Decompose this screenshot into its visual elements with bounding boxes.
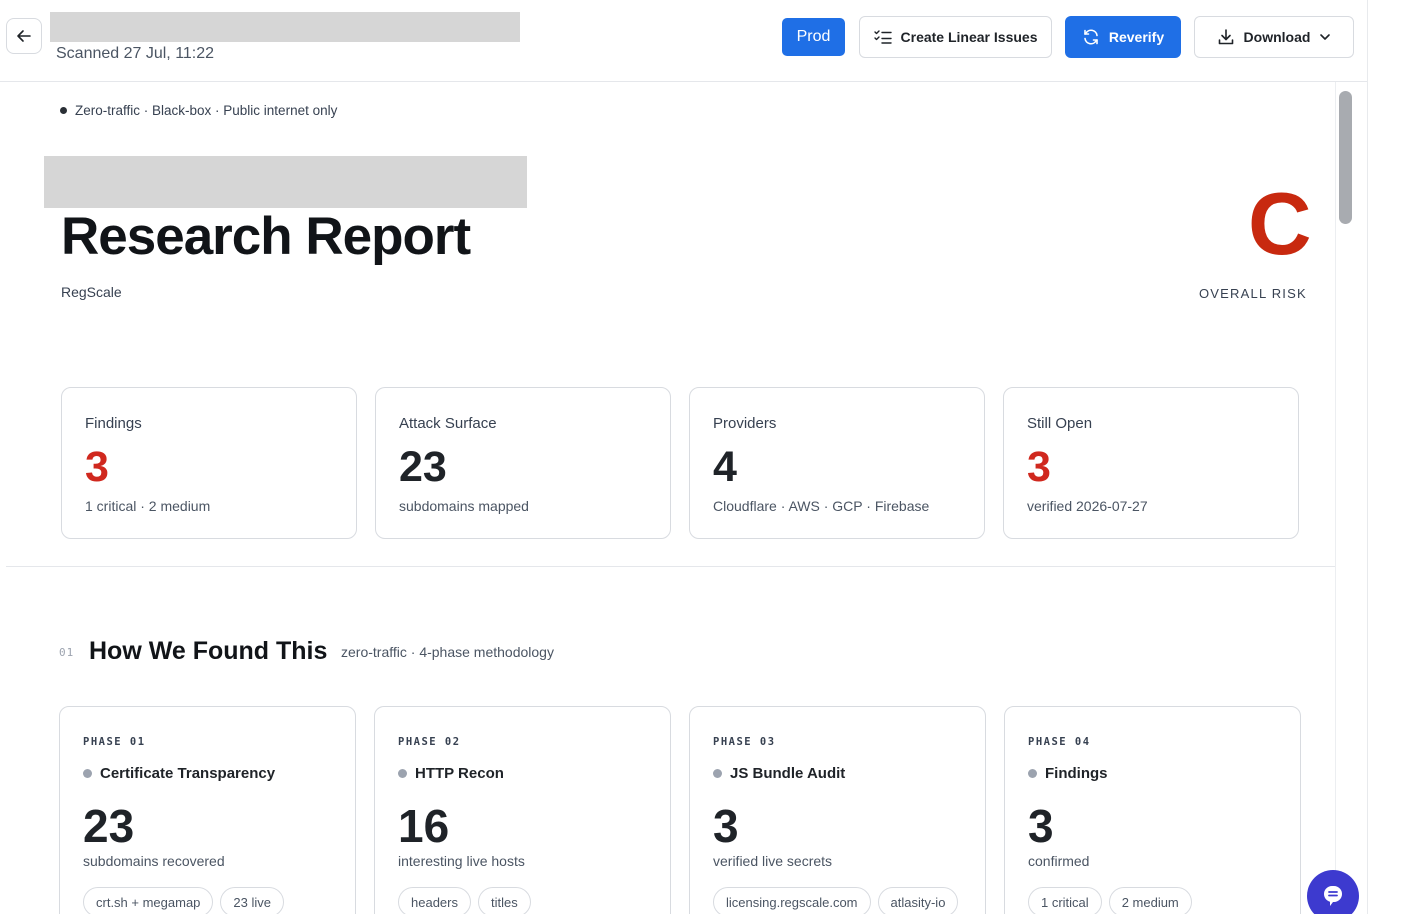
top-header: Scanned 27 Jul, 11:22 Prod Create Linear… (0, 0, 1368, 82)
phase-name-text: JS Bundle Audit (730, 765, 846, 782)
checklist-icon (873, 29, 892, 45)
phase-name: JS Bundle Audit (713, 765, 845, 782)
status-dot-icon (1028, 769, 1037, 778)
stat-subtext: 1 critical · 2 medium (85, 498, 211, 514)
download-icon (1217, 28, 1235, 46)
panel-edge (1367, 0, 1368, 914)
bullet-dot-icon (60, 107, 67, 114)
phase-chips: licensing.regscale.com atlasity-io (713, 887, 959, 914)
reverify-button[interactable]: Reverify (1065, 16, 1181, 58)
phase-card-1: PHASE 01 Certificate Transparency 23 sub… (59, 706, 356, 914)
phase-tag: PHASE 02 (398, 736, 461, 748)
phase-name: HTTP Recon (398, 765, 504, 782)
phase-chip[interactable]: titles (477, 887, 531, 914)
stat-value: 23 (399, 443, 447, 491)
stat-value: 3 (85, 443, 109, 491)
stat-value: 3 (1027, 443, 1051, 491)
phase-name: Findings (1028, 765, 1108, 782)
phase-tag: PHASE 03 (713, 736, 776, 748)
status-dot-icon (713, 769, 722, 778)
phase-value: 3 (713, 800, 739, 852)
phase-name-text: HTTP Recon (415, 765, 504, 782)
stat-label: Providers (713, 415, 777, 432)
phase-subtext: subdomains recovered (83, 853, 225, 869)
arrow-left-icon (16, 28, 32, 44)
stat-label: Findings (85, 415, 142, 432)
back-button[interactable] (6, 18, 42, 54)
stat-card-still-open: Still Open 3 verified 2026-07-27 (1003, 387, 1299, 539)
phase-chip[interactable]: 23 live (220, 887, 284, 914)
phase-chip[interactable]: licensing.regscale.com (713, 887, 871, 914)
phase-chips: 1 critical 2 medium (1028, 887, 1192, 914)
phase-name-text: Findings (1045, 765, 1108, 782)
stat-subtext: verified 2026-07-27 (1027, 498, 1148, 514)
report-title: Research Report (61, 207, 471, 266)
phase-card-2: PHASE 02 HTTP Recon 16 interesting live … (374, 706, 671, 914)
chat-support-button[interactable] (1307, 870, 1359, 914)
create-linear-issues-button[interactable]: Create Linear Issues (859, 16, 1052, 58)
phase-chip[interactable]: 2 medium (1108, 887, 1192, 914)
phase-value: 23 (83, 800, 135, 852)
create-linear-issues-label: Create Linear Issues (900, 29, 1038, 45)
stat-card-attack-surface: Attack Surface 23 subdomains mapped (375, 387, 671, 539)
phase-chip[interactable]: 1 critical (1028, 887, 1102, 914)
chat-bubble-icon (1320, 883, 1346, 909)
scan-mode-badge: Zero-traffic · Black-box · Public intern… (60, 103, 337, 118)
scan-timestamp: Scanned 27 Jul, 11:22 (56, 45, 215, 62)
stat-label: Attack Surface (399, 415, 497, 432)
redacted-target-title (50, 12, 520, 42)
phase-subtext: verified live secrets (713, 853, 833, 869)
company-name: RegScale (61, 284, 122, 300)
stat-card-findings: Findings 3 1 critical · 2 medium (61, 387, 357, 539)
prod-environment-button[interactable]: Prod (782, 18, 845, 56)
phase-chips: crt.sh + megamap 23 live (83, 887, 284, 914)
reverify-label: Reverify (1108, 29, 1165, 45)
download-button[interactable]: Download (1194, 16, 1354, 58)
phase-tag: PHASE 04 (1028, 736, 1091, 748)
scrollbar-thumb[interactable] (1339, 91, 1352, 224)
stat-value: 4 (713, 443, 737, 491)
phase-card-3: PHASE 03 JS Bundle Audit 3 verified live… (689, 706, 986, 914)
download-label: Download (1243, 29, 1311, 45)
phase-subtext: confirmed (1028, 853, 1090, 869)
scan-mode-text: Zero-traffic · Black-box · Public intern… (75, 103, 338, 118)
stat-subtext: Cloudflare · AWS · GCP · Firebase (713, 498, 930, 514)
phase-tag: PHASE 01 (83, 736, 146, 748)
overall-risk-grade: C (1248, 174, 1312, 273)
section-subtitle: zero-traffic · 4-phase methodology (341, 644, 554, 660)
refresh-icon (1082, 28, 1100, 46)
phase-value: 16 (398, 800, 450, 852)
phase-name-text: Certificate Transparency (100, 765, 276, 782)
stat-card-providers: Providers 4 Cloudflare · AWS · GCP · Fir… (689, 387, 985, 539)
status-dot-icon (398, 769, 407, 778)
phase-chip[interactable]: headers (398, 887, 471, 914)
phase-subtext: interesting live hosts (398, 853, 525, 869)
phase-chip[interactable]: atlasity-io (877, 887, 959, 914)
section-number: 01 (59, 646, 75, 659)
phase-value: 3 (1028, 800, 1054, 852)
status-dot-icon (83, 769, 92, 778)
phase-name: Certificate Transparency (83, 765, 275, 782)
phase-card-4: PHASE 04 Findings 3 confirmed 1 critical… (1004, 706, 1301, 914)
stat-subtext: subdomains mapped (399, 498, 529, 514)
overall-risk-label: OVERALL RISK (1199, 286, 1307, 301)
section-divider (6, 566, 1336, 567)
phase-chip[interactable]: crt.sh + megamap (83, 887, 214, 914)
chevron-down-icon (1319, 33, 1331, 41)
redacted-report-heading (44, 156, 527, 208)
stat-label: Still Open (1027, 415, 1093, 432)
phase-chips: headers titles (398, 887, 531, 914)
section-title: How We Found This (89, 637, 328, 665)
